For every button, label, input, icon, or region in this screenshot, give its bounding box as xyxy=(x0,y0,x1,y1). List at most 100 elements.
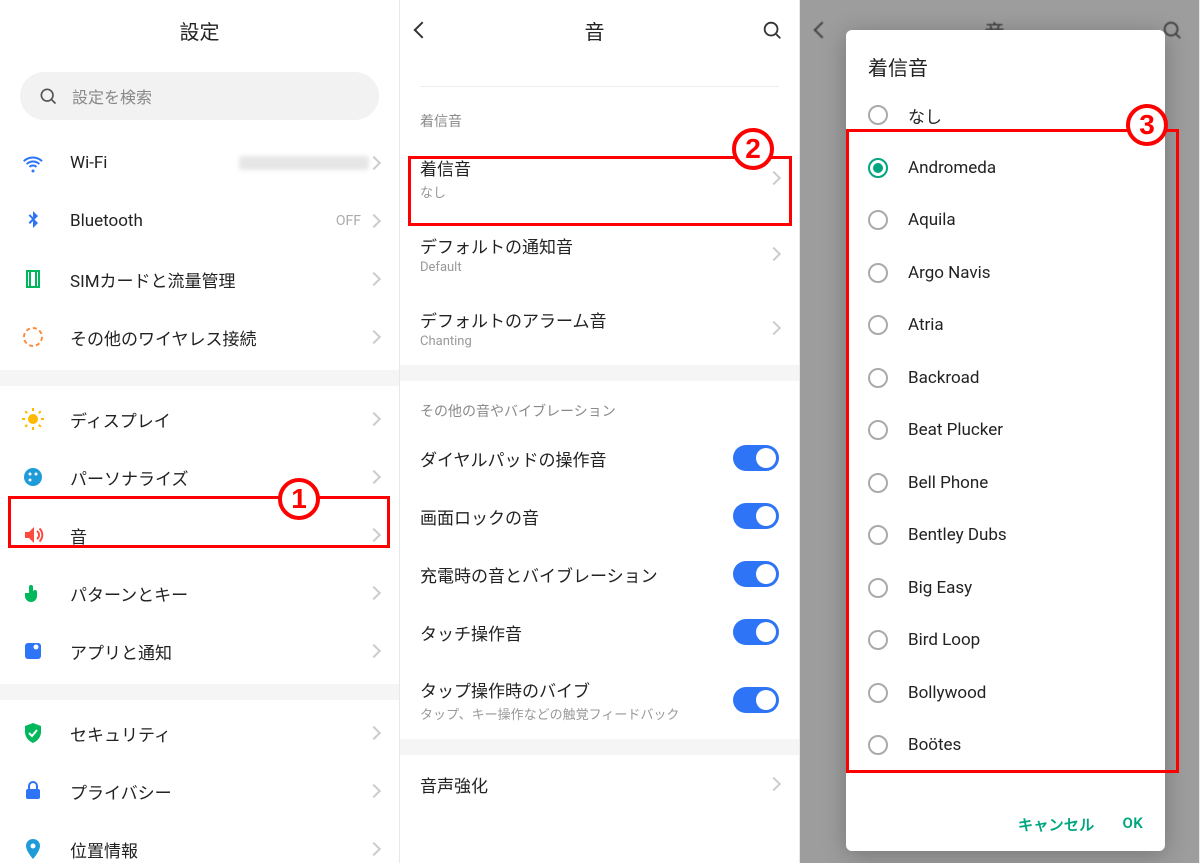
radio-button[interactable] xyxy=(868,683,888,703)
shield-icon xyxy=(20,720,46,746)
ringtone-option-label: Bentley Dubs xyxy=(908,525,1007,545)
cancel-button[interactable]: キャンセル xyxy=(1018,814,1095,835)
sound-row-label: デフォルトのアラーム音 xyxy=(420,307,769,332)
hand-icon xyxy=(20,580,46,606)
section-title-other: その他の音やバイブレーション xyxy=(400,381,799,429)
sound-icon xyxy=(20,522,46,548)
ringtone-option[interactable]: Bollywood xyxy=(846,667,1165,720)
radio-button[interactable] xyxy=(868,525,888,545)
settings-row-display[interactable]: ディスプレイ xyxy=(0,390,399,448)
toggle-switch[interactable] xyxy=(733,561,779,587)
wireless-icon xyxy=(20,324,46,350)
enhance-list: 音声強化 xyxy=(400,755,799,813)
ringtone-option-label: Big Easy xyxy=(908,578,972,598)
settings-group-connectivity: Wi-FiBluetoothOFFSIMカードと流量管理その他のワイヤレス接続 xyxy=(0,130,399,370)
settings-row-label: セキュリティ xyxy=(70,721,369,746)
settings-row-sound[interactable]: 音 xyxy=(0,506,399,564)
settings-row-label: パーソナライズ xyxy=(70,465,369,490)
sound-row-sublabel: タップ、キー操作などの触覚フィードバック xyxy=(420,704,733,723)
chevron-right-icon xyxy=(367,412,381,426)
chevron-right-icon xyxy=(367,528,381,542)
radio-button[interactable] xyxy=(868,473,888,493)
settings-row-label: プライバシー xyxy=(70,779,369,804)
ringtone-option[interactable]: Boötes xyxy=(846,719,1165,772)
ringtone-list: 着信音なしデフォルトの通知音Defaultデフォルトのアラーム音Chanting xyxy=(400,139,799,365)
radio-button[interactable] xyxy=(868,105,888,125)
annotation-badge-3: 3 xyxy=(1126,104,1168,146)
sound-row[interactable]: 充電時の音とバイブレーション xyxy=(400,545,799,603)
ok-button[interactable]: OK xyxy=(1123,814,1143,835)
settings-row-shield[interactable]: セキュリティ xyxy=(0,704,399,762)
ringtone-option[interactable]: Aquila xyxy=(846,194,1165,247)
radio-button[interactable] xyxy=(868,315,888,335)
sound-pane: 音 着信音 着信音なしデフォルトの通知音Defaultデフォルトのアラーム音Ch… xyxy=(400,0,800,863)
settings-row-apps[interactable]: アプリと通知 xyxy=(0,622,399,680)
chevron-right-icon xyxy=(767,321,781,335)
ringtone-option[interactable]: Bell Phone xyxy=(846,457,1165,510)
ringtone-option[interactable]: Backroad xyxy=(846,352,1165,405)
radio-button[interactable] xyxy=(868,210,888,230)
ringtone-option[interactable]: Bentley Dubs xyxy=(846,509,1165,562)
sound-row[interactable]: デフォルトのアラーム音Chanting xyxy=(400,291,799,365)
ringtone-option[interactable]: Atria xyxy=(846,299,1165,352)
settings-row-palette[interactable]: パーソナライズ xyxy=(0,448,399,506)
sound-row[interactable]: タッチ操作音 xyxy=(400,603,799,661)
palette-icon xyxy=(20,464,46,490)
settings-group-personal: ディスプレイパーソナライズ音パターンとキーアプリと通知 xyxy=(0,386,399,684)
settings-row-label: 位置情報 xyxy=(70,837,369,862)
radio-button[interactable] xyxy=(868,420,888,440)
settings-row-sim[interactable]: SIMカードと流量管理 xyxy=(0,250,399,308)
radio-button[interactable] xyxy=(868,578,888,598)
ringtone-option-label: Boötes xyxy=(908,735,961,755)
settings-row-label: Wi-Fi xyxy=(70,153,239,173)
toggle-switch[interactable] xyxy=(733,619,779,645)
settings-row-lock[interactable]: プライバシー xyxy=(0,762,399,820)
sound-row[interactable]: 音声強化 xyxy=(400,755,799,813)
sound-row-sublabel: なし xyxy=(420,182,769,201)
settings-row-label: ディスプレイ xyxy=(70,407,369,432)
settings-row-wireless[interactable]: その他のワイヤレス接続 xyxy=(0,308,399,366)
chevron-right-icon xyxy=(367,214,381,228)
ringtone-option-label: Bell Phone xyxy=(908,473,988,493)
sound-row[interactable]: タップ操作時のバイブタップ、キー操作などの触覚フィードバック xyxy=(400,661,799,739)
search-input[interactable]: 設定を検索 xyxy=(20,72,379,120)
settings-row-label: パターンとキー xyxy=(70,581,369,606)
sound-row[interactable]: ダイヤルパッドの操作音 xyxy=(400,429,799,487)
sound-row-label: 音声強化 xyxy=(420,772,769,797)
sound-row[interactable]: 画面ロックの音 xyxy=(400,487,799,545)
ringtone-option[interactable]: Bird Loop xyxy=(846,614,1165,667)
search-icon[interactable] xyxy=(761,19,783,41)
ringtone-option-label: Bollywood xyxy=(908,683,986,703)
location-icon xyxy=(20,836,46,862)
sound-row-label: ダイヤルパッドの操作音 xyxy=(420,446,733,471)
toggle-switch[interactable] xyxy=(733,445,779,471)
ringtone-option[interactable]: Andromeda xyxy=(846,142,1165,195)
ringtone-option-label: Backroad xyxy=(908,368,979,388)
radio-button[interactable] xyxy=(868,368,888,388)
ringtone-option-label: なし xyxy=(908,103,942,128)
sound-row[interactable]: デフォルトの通知音Default xyxy=(400,217,799,291)
settings-row-bluetooth[interactable]: BluetoothOFF xyxy=(0,192,399,250)
sound-row-label: タップ操作時のバイブ xyxy=(420,677,733,702)
toggle-switch[interactable] xyxy=(733,687,779,713)
ringtone-option[interactable]: Argo Navis xyxy=(846,247,1165,300)
chevron-right-icon xyxy=(367,726,381,740)
settings-row-wifi[interactable]: Wi-Fi xyxy=(0,134,399,192)
ringtone-option[interactable]: Beat Plucker xyxy=(846,404,1165,457)
settings-row-value: OFF xyxy=(336,213,361,229)
ringtone-option[interactable]: なし xyxy=(846,89,1165,142)
radio-button[interactable] xyxy=(868,630,888,650)
ringtone-option[interactable]: Big Easy xyxy=(846,562,1165,615)
radio-button[interactable] xyxy=(868,158,888,178)
settings-row-hand[interactable]: パターンとキー xyxy=(0,564,399,622)
chevron-right-icon xyxy=(367,586,381,600)
settings-row-label: Bluetooth xyxy=(70,211,336,231)
settings-row-location[interactable]: 位置情報 xyxy=(0,820,399,863)
ringtone-option-label: Andromeda xyxy=(908,158,996,178)
page-title: 設定 xyxy=(0,0,399,60)
chevron-right-icon xyxy=(367,644,381,658)
radio-button[interactable] xyxy=(868,735,888,755)
toggle-switch[interactable] xyxy=(733,503,779,529)
radio-button[interactable] xyxy=(868,263,888,283)
ringtone-option-label: Beat Plucker xyxy=(908,420,1003,440)
